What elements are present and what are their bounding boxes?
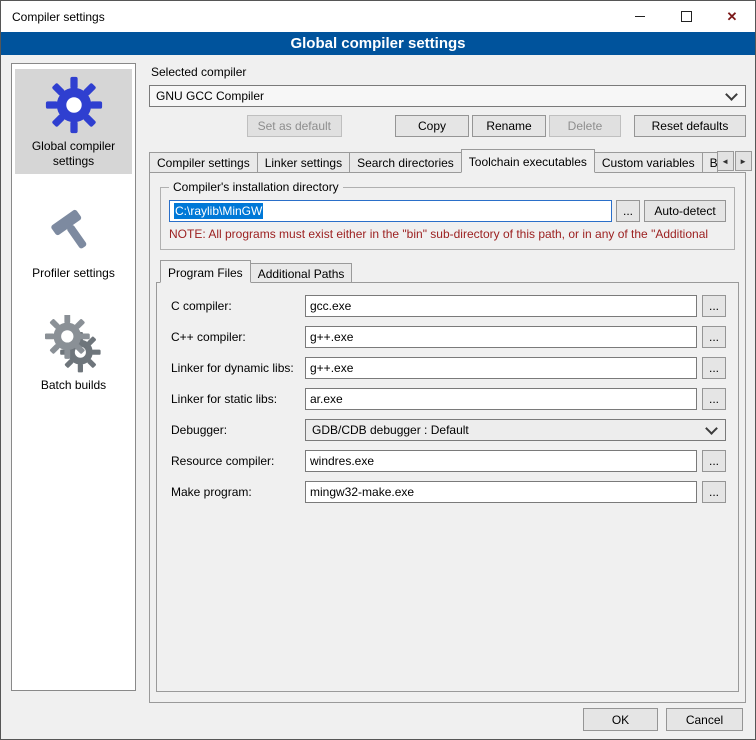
make-program-input[interactable]: mingw32-make.exe — [305, 481, 697, 503]
hammer-icon — [45, 203, 103, 261]
cpp-compiler-value: g++.exe — [310, 330, 353, 344]
sidebar-item-label: Batch builds — [17, 378, 130, 393]
settings-tab-strip: Compiler settingsLinker settingsSearch d… — [149, 149, 746, 173]
linker-static-browse-button[interactable]: ... — [702, 388, 726, 410]
linker-dynamic-value: g++.exe — [310, 361, 353, 375]
tab-custom-variables[interactable]: Custom variables — [594, 152, 703, 173]
c-compiler-label: C compiler: — [171, 299, 305, 313]
resource-compiler-browse-button[interactable]: ... — [702, 450, 726, 472]
dialog-header-title: Global compiler settings — [1, 32, 755, 55]
window-controls: ✕ — [617, 1, 755, 32]
ok-button[interactable]: OK — [583, 708, 658, 731]
close-icon: ✕ — [727, 9, 738, 25]
tab-scroll-arrows: ◄► — [717, 151, 752, 173]
rename-button[interactable]: Rename — [472, 115, 546, 137]
linker-dynamic-input[interactable]: g++.exe — [305, 357, 697, 379]
titlebar: Compiler settings ✕ — [1, 1, 755, 32]
make-program-label: Make program: — [171, 485, 305, 499]
debugger-select[interactable]: GDB/CDB debugger : Default — [305, 419, 726, 441]
reset-defaults-button[interactable]: Reset defaults — [634, 115, 746, 137]
install-dir-group: Compiler's installation directory C:\ray… — [160, 187, 735, 250]
linker-dynamic-label: Linker for dynamic libs: — [171, 361, 305, 375]
install-dir-input[interactable]: C:\raylib\MinGW — [169, 200, 612, 222]
tab-scroll-left-button[interactable]: ◄ — [717, 151, 734, 171]
install-dir-row: C:\raylib\MinGW ... Auto-detect — [169, 200, 726, 222]
debugger-label: Debugger: — [171, 423, 305, 437]
compiler-select[interactable]: GNU GCC Compiler — [149, 85, 746, 107]
install-dir-group-label: Compiler's installation directory — [169, 180, 343, 194]
cpp-compiler-label: C++ compiler: — [171, 330, 305, 344]
subtab-additional-paths[interactable]: Additional Paths — [250, 263, 353, 283]
tab-compiler-settings[interactable]: Compiler settings — [149, 152, 258, 173]
gear-icon — [45, 76, 103, 134]
c-compiler-row: C compiler: gcc.exe... — [171, 295, 726, 317]
maximize-icon — [681, 11, 692, 22]
c-compiler-input[interactable]: gcc.exe — [305, 295, 697, 317]
resource-compiler-row: Resource compiler: windres.exe... — [171, 450, 726, 472]
cpp-compiler-row: C++ compiler: g++.exe... — [171, 326, 726, 348]
program-files-panel: C compiler: gcc.exe... C++ compiler: g++.ex… — [156, 282, 739, 692]
debugger-select-value: GDB/CDB debugger : Default — [312, 423, 469, 437]
linker-static-label: Linker for static libs: — [171, 392, 305, 406]
make-program-value: mingw32-make.exe — [310, 485, 414, 499]
subtab-program-files[interactable]: Program Files — [160, 260, 251, 283]
chevron-down-icon — [725, 88, 738, 101]
c-compiler-value: gcc.exe — [310, 299, 351, 313]
compiler-settings-window: Compiler settings ✕ Global compiler sett… — [0, 0, 756, 740]
set-default-button[interactable]: Set as default — [247, 115, 342, 137]
delete-button[interactable]: Delete — [549, 115, 621, 137]
sidebar-item-label: Global compiler settings — [17, 139, 130, 169]
cpp-compiler-browse-button[interactable]: ... — [702, 326, 726, 348]
maximize-button[interactable] — [663, 1, 709, 32]
tab-toolchain-executables[interactable]: Toolchain executables — [461, 149, 595, 173]
linker-static-row: Linker for static libs: ar.exe... — [171, 388, 726, 410]
install-dir-browse-button[interactable]: ... — [616, 200, 640, 222]
gears-stack-icon — [45, 315, 103, 373]
cancel-button[interactable]: Cancel — [666, 708, 743, 731]
linker-dynamic-row: Linker for dynamic libs: g++.exe... — [171, 357, 726, 379]
linker-static-input[interactable]: ar.exe — [305, 388, 697, 410]
resource-compiler-label: Resource compiler: — [171, 454, 305, 468]
resource-compiler-input[interactable]: windres.exe — [305, 450, 697, 472]
main-panel: Selected compiler GNU GCC Compiler Set a… — [149, 63, 746, 703]
auto-detect-button[interactable]: Auto-detect — [644, 200, 726, 222]
tab-search-directories[interactable]: Search directories — [349, 152, 462, 173]
toolchain-executables-page: Compiler's installation directory C:\ray… — [149, 172, 746, 703]
copy-button[interactable]: Copy — [395, 115, 469, 137]
install-dir-value: C:\raylib\MinGW — [174, 203, 263, 219]
sidebar-item-batch-builds[interactable]: Batch builds — [15, 308, 132, 398]
compiler-actions-row: Set as default CopyRenameDelete Reset defa… — [149, 115, 746, 137]
linker-dynamic-browse-button[interactable]: ... — [702, 357, 726, 379]
sidebar-item-label: Profiler settings — [17, 266, 130, 281]
window-title: Compiler settings — [1, 10, 105, 24]
program-files-tab-strip: Program FilesAdditional Paths — [160, 260, 735, 283]
tab-linker-settings[interactable]: Linker settings — [257, 152, 350, 173]
sidebar-item-global-compiler-settings[interactable]: Global compiler settings — [15, 69, 132, 174]
cpp-compiler-input[interactable]: g++.exe — [305, 326, 697, 348]
selected-compiler-label: Selected compiler — [151, 65, 746, 80]
dialog-footer: OK Cancel — [583, 708, 743, 731]
minimize-button[interactable] — [617, 1, 663, 32]
tab-scroll-right-button[interactable]: ► — [735, 151, 752, 171]
tab-build-options[interactable]: Buil — [702, 152, 718, 173]
close-button[interactable]: ✕ — [709, 1, 755, 32]
make-program-browse-button[interactable]: ... — [702, 481, 726, 503]
settings-category-sidebar: Global compiler settings Profiler setting… — [11, 63, 136, 691]
compiler-select-value: GNU GCC Compiler — [156, 89, 264, 103]
resource-compiler-value: windres.exe — [310, 454, 374, 468]
sidebar-item-profiler-settings[interactable]: Profiler settings — [15, 196, 132, 286]
chevron-down-icon — [705, 422, 718, 435]
minimize-icon — [635, 16, 645, 17]
c-compiler-browse-button[interactable]: ... — [702, 295, 726, 317]
debugger-row: Debugger: GDB/CDB debugger : Default — [171, 419, 726, 441]
linker-static-value: ar.exe — [310, 392, 343, 406]
make-program-row: Make program: mingw32-make.exe... — [171, 481, 726, 503]
install-dir-note: NOTE: All programs must exist either in … — [169, 227, 726, 241]
